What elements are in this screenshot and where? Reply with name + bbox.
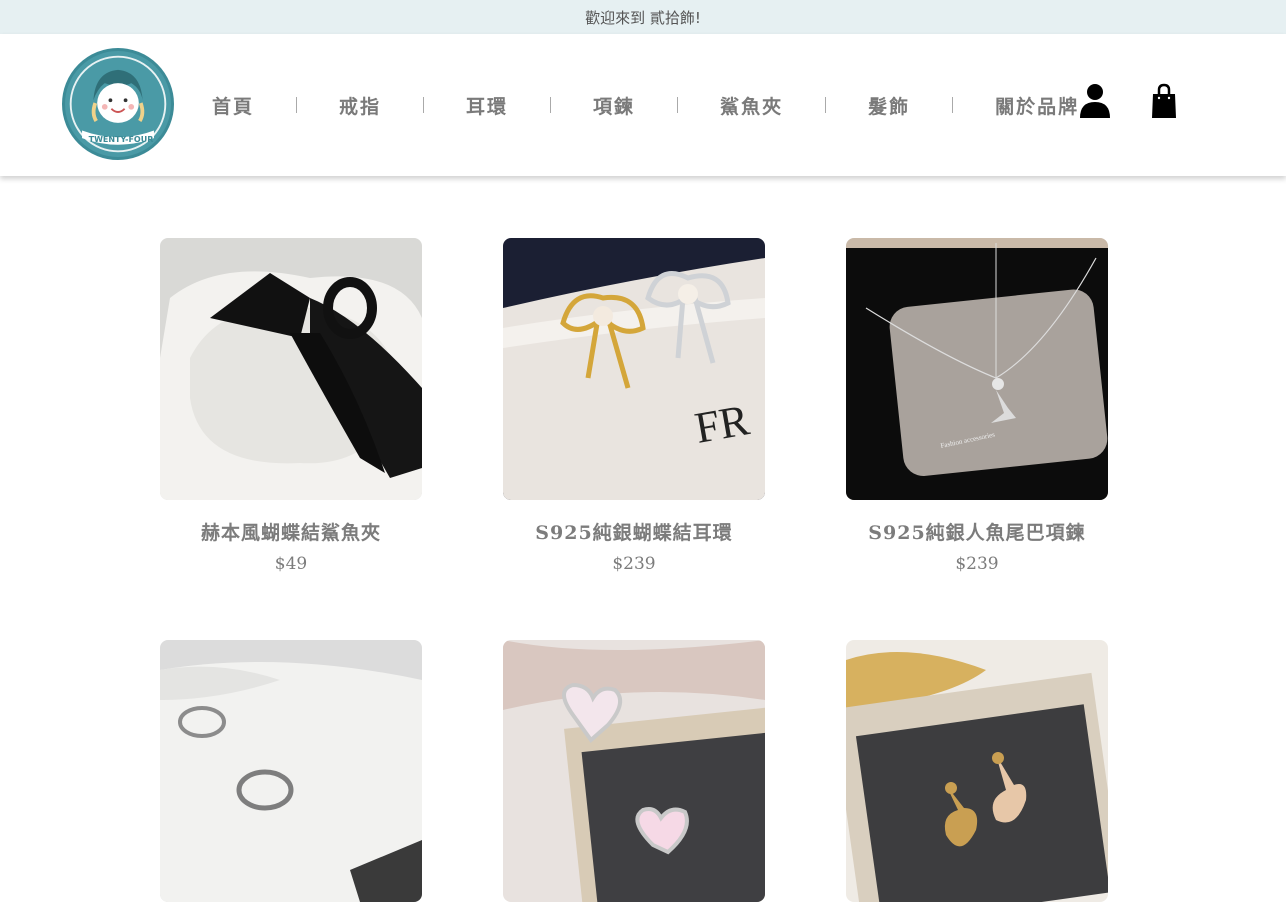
- nav-divider: [423, 97, 425, 113]
- logo-text: TWENTY-FOUR: [88, 135, 154, 144]
- product-name[interactable]: S925純銀蝴蝶結耳環: [463, 518, 805, 545]
- nav-divider: [550, 97, 552, 113]
- product-image[interactable]: Fashion accessories: [846, 238, 1108, 500]
- shopping-bag-icon[interactable]: [1150, 82, 1178, 120]
- product-card[interactable]: [160, 640, 422, 902]
- nav-home[interactable]: 首頁: [212, 92, 254, 119]
- product-image[interactable]: [846, 640, 1108, 902]
- nav-divider: [952, 97, 954, 113]
- product-price: $239: [955, 554, 999, 574]
- nav-about-brand[interactable]: 關於品牌: [995, 92, 1079, 119]
- nav-divider: [825, 97, 827, 113]
- nav-divider: [296, 97, 298, 113]
- product-image[interactable]: [160, 640, 422, 902]
- product-price: $49: [274, 554, 308, 574]
- product-name[interactable]: S925純銀人魚尾巴項鍊: [806, 518, 1148, 545]
- user-icon[interactable]: [1078, 82, 1112, 120]
- svg-text:FR: FR: [691, 395, 753, 453]
- product-image[interactable]: FR: [503, 238, 765, 500]
- nav-claw-clips[interactable]: 鯊魚夾: [720, 92, 783, 119]
- nav-divider: [677, 97, 679, 113]
- announcement-bar: 歡迎來到 貳拾飾!: [0, 0, 1286, 34]
- product-image[interactable]: [503, 640, 765, 902]
- product-card[interactable]: FR S925純銀蝴蝶結耳環 $239: [503, 238, 765, 574]
- nav-earrings[interactable]: 耳環: [466, 92, 508, 119]
- product-price: $239: [612, 554, 656, 574]
- site-header: TWENTY-FOUR 首頁 戒指 耳環 項鍊 鯊魚夾 髮飾 關於品牌: [0, 34, 1286, 176]
- brand-logo[interactable]: TWENTY-FOUR: [62, 48, 174, 160]
- product-card[interactable]: [503, 640, 765, 902]
- product-card[interactable]: 赫本風蝴蝶結鯊魚夾 $49: [160, 238, 422, 574]
- nav-hair-accessories[interactable]: 髮飾: [868, 92, 910, 119]
- announcement-text: 歡迎來到 貳拾飾!: [585, 8, 701, 27]
- product-name[interactable]: 赫本風蝴蝶結鯊魚夾: [120, 518, 462, 545]
- nav-necklaces[interactable]: 項鍊: [593, 92, 635, 119]
- product-card[interactable]: Fashion accessories S925純銀人魚尾巴項鍊 $239: [846, 238, 1108, 574]
- product-image[interactable]: [160, 238, 422, 500]
- product-card[interactable]: [846, 640, 1108, 902]
- main-nav: 首頁 戒指 耳環 項鍊 鯊魚夾 髮飾 關於品牌: [212, 90, 1079, 120]
- nav-rings[interactable]: 戒指: [339, 92, 381, 119]
